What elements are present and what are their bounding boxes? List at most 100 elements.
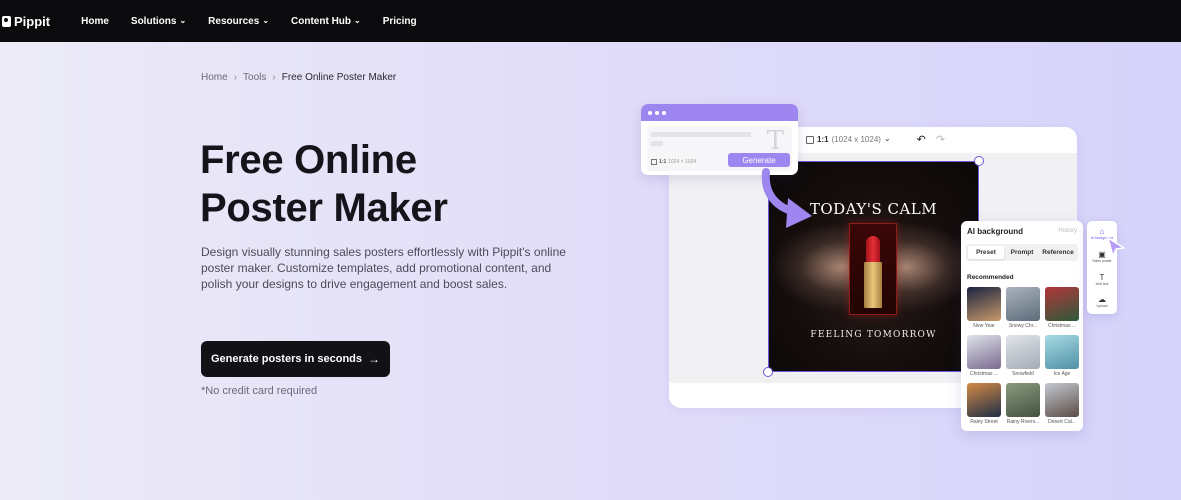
- cursor-pointer-icon: [1107, 237, 1125, 257]
- thumbnail-image: [1006, 383, 1040, 417]
- logo[interactable]: Pippit: [2, 14, 50, 29]
- nav-label: Pricing: [382, 15, 417, 27]
- editor-toolbar: 1:1 (1024 x 1024) ⌄ ↶ ↷: [806, 133, 945, 146]
- window-titlebar: [641, 104, 798, 121]
- thumbnail-item[interactable]: Christmas ...: [967, 335, 1001, 377]
- breadcrumb: Home › Tools › Free Online Poster Maker: [201, 72, 396, 83]
- canvas-size: (1024 x 1024): [831, 135, 881, 144]
- tool-label: Sales poster: [1092, 259, 1112, 263]
- tool-add-text[interactable]: T Add text: [1087, 273, 1117, 287]
- window-dot-icon: [662, 110, 666, 115]
- tab-reference[interactable]: Reference: [1040, 246, 1076, 259]
- generate-button[interactable]: Generate: [728, 153, 790, 167]
- nav-item-solutions[interactable]: Solutions ⌄: [131, 16, 186, 27]
- lipstick-body: [864, 262, 882, 308]
- ai-background-icon: ⌂: [1099, 227, 1105, 236]
- thumbnail-label: Christmas ...: [1047, 323, 1077, 329]
- nav-label: Home: [81, 15, 109, 27]
- nav-label: Content Hub: [291, 15, 352, 27]
- tool-label: Add text: [1095, 282, 1109, 286]
- resize-handle-bottom-left[interactable]: [763, 367, 773, 377]
- title-line-2: Poster Maker: [200, 186, 448, 230]
- ai-background-panel: AI background History Preset Prompt Refe…: [961, 221, 1083, 431]
- redo-icon[interactable]: ↷: [936, 133, 945, 146]
- thumbnail-item[interactable]: New Year: [967, 287, 1001, 329]
- nav-item-content-hub[interactable]: Content Hub ⌄: [291, 16, 361, 27]
- cta-label: Generate posters in seconds: [211, 353, 362, 365]
- thumbnail-label: Desert Cal...: [1048, 419, 1076, 425]
- nav-item-home[interactable]: Home: [81, 16, 109, 27]
- history-link[interactable]: History: [1058, 228, 1077, 234]
- nav-item-resources[interactable]: Resources ⌄: [208, 16, 269, 27]
- prompt-ratio[interactable]: 1:1 1024 × 1024: [651, 159, 696, 165]
- page-title: Free Online Poster Maker: [200, 136, 560, 232]
- ratio-label: 1:1: [659, 159, 667, 165]
- lipstick-tip: [866, 236, 880, 262]
- thumbnail-image: [967, 383, 1001, 417]
- lipstick-image: [849, 223, 897, 315]
- thumbnail-label: Rainy Rivers...: [1006, 419, 1040, 425]
- thumbnail-label: Snowfield: [1012, 371, 1034, 377]
- nav-label: Solutions: [130, 15, 177, 27]
- breadcrumb-current: Free Online Poster Maker: [281, 72, 397, 83]
- smoke-left: [769, 222, 859, 312]
- title-line-1: Free Online: [200, 138, 417, 182]
- panel-tabs: Preset Prompt Reference: [966, 244, 1078, 261]
- tool-upload[interactable]: ☁ Upload: [1087, 295, 1117, 309]
- thumbnail-image: [1006, 287, 1040, 321]
- thumbnail-image: [1045, 287, 1079, 321]
- thumbnail-item[interactable]: Ice Age: [1045, 335, 1079, 377]
- thumbnail-grid: New Year Snowy Chr... Christmas ... Christm…: [967, 287, 1079, 425]
- placeholder-line: [651, 132, 751, 137]
- window-dot-icon: [655, 110, 659, 115]
- size-label: 1024 × 1024: [668, 159, 697, 165]
- tool-label: Upload: [1096, 304, 1108, 308]
- breadcrumb-home[interactable]: Home: [201, 72, 228, 83]
- breadcrumb-separator: ›: [272, 72, 276, 83]
- top-nav: Pippit Home Solutions ⌄ Resources ⌄ Conten…: [0, 0, 1181, 42]
- thumbnail-item[interactable]: Snowy Chr...: [1006, 287, 1040, 329]
- nav-label: Resources: [208, 15, 260, 27]
- thumbnail-label: Ice Age: [1053, 371, 1071, 377]
- section-heading: Recommended: [967, 274, 1014, 281]
- logo-text: Pippit: [14, 13, 51, 29]
- window-dot-icon: [648, 110, 652, 115]
- prompt-card: T 1:1 1024 × 1024 Generate: [641, 104, 798, 175]
- thumbnail-item[interactable]: Christmas ...: [1045, 287, 1079, 329]
- chevron-down-icon: ⌄: [179, 15, 187, 25]
- pippit-logo-icon: [2, 15, 11, 27]
- upload-icon: ☁: [1098, 295, 1106, 304]
- aspect-ratio[interactable]: 1:1: [817, 135, 829, 144]
- chevron-down-icon: ⌄: [262, 15, 270, 25]
- thumbnail-item[interactable]: Rainy Rivers...: [1006, 383, 1040, 425]
- generate-posters-button[interactable]: Generate posters in seconds →: [201, 341, 390, 377]
- hero-description: Design visually stunning sales posters e…: [201, 245, 566, 291]
- tab-preset[interactable]: Preset: [968, 246, 1004, 259]
- breadcrumb-separator: ›: [233, 72, 238, 83]
- placeholder-line: [651, 141, 663, 146]
- thumbnail-label: Rainy Street: [970, 419, 998, 425]
- thumbnail-label: New Year: [973, 323, 995, 329]
- no-credit-card-note: *No credit card required: [201, 385, 318, 397]
- breadcrumb-tools[interactable]: Tools: [243, 72, 266, 83]
- thumbnail-item[interactable]: Desert Cal...: [1045, 383, 1079, 425]
- panel-title: AI background: [967, 227, 1024, 236]
- checkbox-icon: [806, 135, 814, 144]
- checkbox-icon: [651, 159, 657, 165]
- undo-icon[interactable]: ↶: [917, 133, 926, 146]
- text-icon: T: [766, 126, 784, 156]
- tab-prompt[interactable]: Prompt: [1004, 246, 1040, 259]
- text-icon: T: [1099, 273, 1105, 282]
- thumbnail-image: [1045, 335, 1079, 369]
- thumbnail-image: [1006, 335, 1040, 369]
- side-toolbar: ⌂ AI background ▣ Sales poster T Add tex…: [1087, 221, 1117, 314]
- curved-arrow-icon: [761, 168, 812, 228]
- thumbnail-image: [1045, 383, 1079, 417]
- thumbnail-item[interactable]: Rainy Street: [967, 383, 1001, 425]
- thumbnail-label: Christmas ...: [969, 371, 999, 377]
- nav-item-pricing[interactable]: Pricing: [383, 16, 417, 27]
- resize-handle-top-right[interactable]: [974, 156, 984, 166]
- poster-subtitle: FEELING TOMORROW: [810, 330, 937, 340]
- thumbnail-item[interactable]: Snowfield: [1006, 335, 1040, 377]
- chevron-down-icon[interactable]: ⌄: [884, 134, 891, 143]
